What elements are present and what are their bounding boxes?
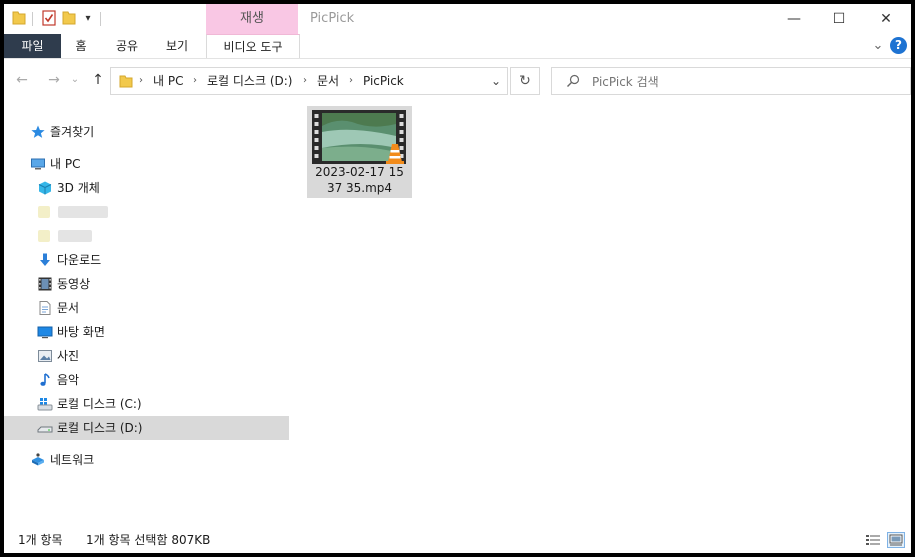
nav-item-blurred[interactable]	[4, 200, 289, 224]
nav-label: 즐겨찾기	[50, 125, 95, 139]
tab-share[interactable]: 공유	[108, 34, 146, 58]
video-thumbnail	[312, 110, 406, 164]
properties-check-icon[interactable]	[42, 10, 56, 26]
item-count: 1개 항목	[18, 533, 63, 547]
title-bar: ▾ 재생 PicPick — ☐ ✕	[4, 4, 911, 36]
file-item[interactable]: 2023-02-17 15 37 35.mp4	[307, 106, 412, 198]
selection-info: 1개 항목 선택함 807KB	[86, 533, 211, 547]
new-folder-icon[interactable]	[62, 10, 76, 26]
address-dropdown-icon[interactable]: ⌄	[487, 68, 505, 94]
nav-label: 다운로드	[57, 253, 102, 267]
nav-item-downloads[interactable]: 다운로드	[4, 248, 289, 272]
blurred-icon	[38, 206, 50, 218]
star-icon	[30, 124, 46, 140]
ribbon-expand-icon[interactable]: ⌄	[870, 36, 886, 56]
navigation-pane: 즐겨찾기 내 PC 3D 개체 다운로드 동영상 문서 바탕 화면 사진 음악 …	[4, 100, 289, 534]
breadcrumb-this-pc[interactable]: 내 PC	[153, 68, 183, 94]
address-row: ← → ⌄ ↑ › 내 PC › 로컬 디스크 (D:) › 문서 › PicP…	[4, 60, 911, 100]
tab-file[interactable]: 파일	[4, 34, 61, 58]
windows-drive-icon	[37, 396, 53, 412]
film-icon	[37, 276, 53, 292]
drive-icon	[37, 420, 53, 436]
back-button[interactable]: ←	[10, 67, 34, 93]
details-view-icon[interactable]	[864, 532, 882, 548]
address-bar[interactable]: › 내 PC › 로컬 디스크 (D:) › 문서 › PicPick ⌄	[110, 67, 508, 95]
nav-item-network[interactable]: 네트워크	[4, 448, 289, 472]
nav-label: 로컬 디스크 (C:)	[57, 397, 142, 411]
window-title: PicPick	[310, 11, 355, 26]
up-button[interactable]: ↑	[86, 67, 110, 93]
recent-locations-button[interactable]: ⌄	[68, 67, 82, 93]
music-note-icon	[37, 372, 53, 388]
forward-button[interactable]: →	[42, 67, 66, 93]
tab-video-tools[interactable]: 비디오 도구	[206, 34, 300, 58]
cube-icon	[37, 180, 53, 196]
breadcrumb-drive-d[interactable]: 로컬 디스크 (D:)	[207, 68, 292, 94]
search-input[interactable]	[590, 72, 894, 92]
customize-toolbar-icon[interactable]: ▾	[82, 10, 94, 26]
desktop-icon	[37, 324, 53, 340]
nav-item-drive-c[interactable]: 로컬 디스크 (C:)	[4, 392, 289, 416]
download-arrow-icon	[37, 252, 53, 268]
nav-label: 사진	[57, 349, 80, 363]
folder-icon	[119, 74, 133, 88]
large-icons-view-icon[interactable]	[887, 532, 905, 548]
picture-icon	[37, 348, 53, 364]
folder-icon	[12, 10, 26, 26]
status-bar: 1개 항목 1개 항목 선택함 807KB	[4, 528, 911, 553]
file-name-label: 2023-02-17 15 37 35.mp4	[307, 164, 412, 196]
nav-item-videos[interactable]: 동영상	[4, 272, 289, 296]
nav-item-this-pc[interactable]: 내 PC	[4, 152, 289, 176]
help-icon[interactable]: ?	[890, 37, 907, 54]
maximize-button[interactable]: ☐	[816, 4, 862, 34]
file-name-line: 2023-02-17 15	[315, 165, 404, 179]
search-box[interactable]	[551, 67, 911, 95]
nav-item-drive-d[interactable]: 로컬 디스크 (D:)	[4, 416, 289, 440]
close-button[interactable]: ✕	[863, 4, 909, 34]
nav-label: 문서	[57, 301, 80, 315]
nav-label: 로컬 디스크 (D:)	[57, 421, 143, 435]
nav-label: 네트워크	[50, 453, 95, 467]
context-tab-header: 재생	[206, 4, 298, 34]
file-list-view[interactable]: 2023-02-17 15 37 35.mp4	[289, 100, 911, 534]
ribbon-tabs: 파일 홈 공유 보기 비디오 도구 ⌄ ?	[4, 34, 911, 59]
nav-item-desktop[interactable]: 바탕 화면	[4, 320, 289, 344]
tab-home[interactable]: 홈	[64, 34, 98, 58]
nav-item-quick-access[interactable]: 즐겨찾기	[4, 120, 289, 144]
blurred-icon	[38, 230, 50, 242]
nav-label: 3D 개체	[57, 181, 100, 195]
computer-icon	[30, 156, 46, 172]
file-name-line: 37 35.mp4	[326, 181, 393, 195]
explorer-window: ▾ 재생 PicPick — ☐ ✕ 파일 홈 공유 보기 비디오 도구 ⌄ ?…	[4, 4, 911, 553]
breadcrumb-separator[interactable]: ›	[303, 68, 307, 94]
nav-item-music[interactable]: 음악	[4, 368, 289, 392]
breadcrumb-separator[interactable]: ›	[349, 68, 353, 94]
nav-label: 음악	[57, 373, 80, 387]
refresh-button[interactable]: ↻	[510, 67, 540, 95]
nav-label: 내 PC	[50, 157, 81, 171]
breadcrumb-documents[interactable]: 문서	[317, 68, 339, 94]
blurred-label	[58, 206, 108, 218]
search-icon	[566, 74, 580, 88]
tab-view[interactable]: 보기	[158, 34, 196, 58]
nav-item-documents[interactable]: 문서	[4, 296, 289, 320]
network-icon	[30, 452, 46, 468]
nav-label: 동영상	[57, 277, 91, 291]
document-icon	[37, 300, 53, 316]
nav-item-3d-objects[interactable]: 3D 개체	[4, 176, 289, 200]
blurred-label	[58, 230, 92, 242]
nav-item-pictures[interactable]: 사진	[4, 344, 289, 368]
minimize-button[interactable]: —	[771, 4, 817, 34]
nav-label: 바탕 화면	[57, 325, 105, 339]
breadcrumb-separator[interactable]: ›	[193, 68, 197, 94]
breadcrumb-picpick[interactable]: PicPick	[363, 68, 404, 94]
nav-item-blurred[interactable]	[4, 224, 289, 248]
breadcrumb-separator[interactable]: ›	[139, 68, 143, 94]
